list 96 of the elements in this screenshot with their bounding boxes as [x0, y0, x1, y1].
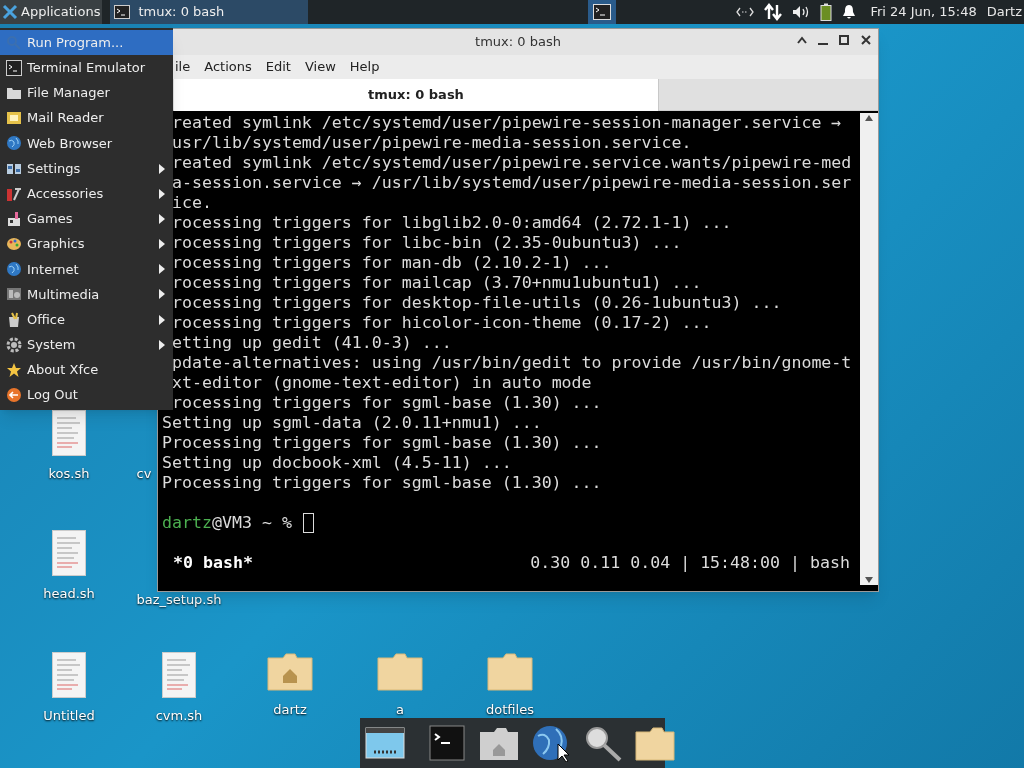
- network-icon: [736, 6, 755, 18]
- terminal-line: Processing triggers for sgml-base (1.30) ...: [162, 433, 603, 453]
- globe-icon: [6, 135, 22, 152]
- icon-label[interactable]: dartz: [273, 700, 307, 720]
- icon-label[interactable]: a: [396, 700, 404, 720]
- terminal-icon: [593, 4, 612, 20]
- terminal-line: rocessing triggers for desktop-file-utils (0.26-1ubuntu3) ...: [171, 293, 783, 313]
- shade-icon: [796, 34, 808, 46]
- envelope-icon: [6, 110, 22, 127]
- gear-icon: [6, 336, 22, 353]
- close-icon: [860, 34, 872, 46]
- terminal-line: rocessing triggers for hicolor-icon-theme (0.17-2) ...: [171, 313, 713, 333]
- terminal-line: Setting up sgml-data (2.0.11+nmu1) ...: [162, 413, 543, 433]
- battery-icon: [820, 3, 833, 21]
- menu-bar-item[interactable]: Edit: [265, 57, 291, 77]
- terminal-line: reated symlink /etc/systemd/user/pipewire-session-manager.service →: [171, 113, 843, 133]
- icon-label[interactable]: Untitled: [43, 706, 95, 726]
- user-name[interactable]: Dartz: [986, 2, 1022, 22]
- clock[interactable]: Fri 24 Jun, 15:48: [870, 2, 977, 22]
- menu-item[interactable]: Office: [0, 307, 173, 333]
- menu-item[interactable]: Terminal Emulator: [0, 55, 173, 81]
- star-icon: [6, 362, 22, 379]
- terminal-line: rocessing triggers for libglib2.0-0:amd64 (2.72.1-1) ...: [171, 213, 733, 233]
- prompt-user: dartz: [162, 513, 212, 533]
- menu-bar-item[interactable]: ile: [175, 57, 191, 77]
- menu-item[interactable]: File Manager: [0, 80, 173, 106]
- icon-label[interactable]: head.sh: [43, 584, 95, 604]
- window-title: tmux: 0 bash: [475, 33, 561, 52]
- terminal-line: usr/lib/systemd/user/pipewire-media-session.service.: [171, 133, 693, 153]
- prompt-text: @VM3 ~ %: [211, 513, 292, 533]
- scroll-down-icon: [865, 577, 873, 583]
- xfce-logo-icon: [2, 4, 18, 20]
- applications-button[interactable]: Applications: [0, 0, 103, 24]
- document-icon: [52, 652, 86, 698]
- taskbar-button[interactable]: tmux: 0 bash: [110, 0, 309, 24]
- terminal-line: rocessing triggers for mailcap (3.70+nmu1ubuntu1) ...: [171, 273, 703, 293]
- document-icon: [52, 410, 86, 456]
- terminal-line: rocessing triggers for man-db (2.10.2-1) ...: [171, 253, 613, 273]
- window-list-icon: [364, 724, 406, 762]
- terminal-icon: [426, 724, 468, 762]
- minimize-icon: [818, 43, 828, 45]
- menu-bar-item[interactable]: Help: [349, 57, 380, 77]
- terminal-line: reated symlink /etc/systemd/user/pipewire.service.wants/pipewire-med: [171, 153, 853, 173]
- terminal-line: ice.: [171, 193, 213, 213]
- globe-icon: [530, 724, 572, 762]
- terminal-line: etting up gedit (41.0-3) ...: [171, 333, 453, 353]
- tmux-status: 0.30 0.11 0.04 | 15:48:00 | bash: [530, 553, 850, 573]
- transfer-arrows-icon: [764, 3, 783, 21]
- logout-icon: [6, 387, 22, 404]
- globe-icon: [6, 261, 22, 278]
- terminal-line: rocessing triggers for libc-bin (2.35-0ubuntu3) ...: [171, 233, 683, 253]
- workspace-switcher[interactable]: [588, 0, 617, 24]
- terminal-tab[interactable]: tmux: 0 bash: [174, 79, 659, 111]
- menu-item[interactable]: Graphics: [0, 231, 173, 257]
- menu-item[interactable]: Mail Reader: [0, 105, 173, 131]
- game-icon: [6, 210, 22, 227]
- icon-label[interactable]: dotfiles: [486, 700, 534, 720]
- palette-icon: [6, 236, 22, 253]
- terminal-icon: [114, 5, 131, 19]
- folder-icon: [377, 652, 423, 692]
- menu-item[interactable]: Web Browser: [0, 130, 173, 156]
- menu-item[interactable]: Internet: [0, 256, 173, 282]
- bell-icon: [842, 4, 857, 20]
- menu-item[interactable]: Log Out: [0, 382, 173, 408]
- terminal-icon: [6, 59, 22, 76]
- menu-bar-item[interactable]: View: [304, 57, 336, 77]
- folder-icon: [487, 652, 533, 692]
- icon-label[interactable]: kos.sh: [48, 464, 90, 484]
- terminal-line: Processing triggers for sgml-base (1.30) ...: [162, 473, 603, 493]
- terminal-line: Setting up docbook-xml (4.5-11) ...: [162, 453, 513, 473]
- terminal-line: a-session.service → /usr/lib/systemd/user/pipewire-media-session.ser: [171, 173, 853, 193]
- menu-bar-item[interactable]: Actions: [204, 57, 252, 77]
- document-icon: [52, 530, 86, 576]
- media-icon: [6, 286, 22, 303]
- scrollbar[interactable]: [860, 113, 878, 585]
- document-icon: [162, 652, 196, 698]
- terminal-line: pdate-alternatives: using /usr/bin/gedit to provide /usr/bin/gnome-t: [171, 353, 853, 373]
- menu-item[interactable]: Games: [0, 206, 173, 232]
- cursor: [302, 513, 314, 533]
- menu-item[interactable]: About Xfce: [0, 357, 173, 383]
- terminal-line: xt-editor (gnome-text-editor) in auto mode: [171, 373, 593, 393]
- icon-label[interactable]: cv: [136, 464, 152, 484]
- menu-item[interactable]: System: [0, 332, 173, 358]
- menu-item[interactable]: Run Program...: [0, 30, 173, 56]
- tmux-window-label: *0 bash*: [173, 553, 253, 573]
- scroll-up-icon: [865, 115, 873, 121]
- menu-item[interactable]: Multimedia: [0, 281, 173, 308]
- tools-icon: [6, 185, 22, 202]
- menu-item[interactable]: Accessories: [0, 181, 173, 207]
- terminal-line: rocessing triggers for sgml-base (1.30) ...: [171, 393, 603, 413]
- cup-icon: [6, 311, 22, 328]
- volume-icon: [792, 5, 811, 19]
- maximize-icon: [838, 34, 850, 46]
- home-folder-icon: [267, 652, 313, 692]
- folder-icon: [634, 724, 676, 762]
- menu-item[interactable]: Settings: [0, 155, 173, 182]
